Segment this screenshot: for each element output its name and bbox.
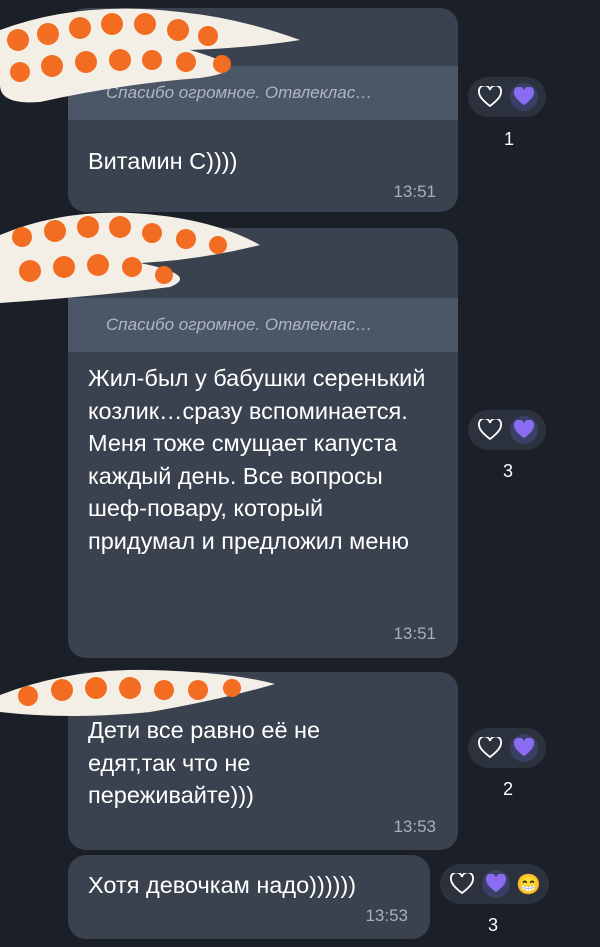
reaction-pill-2[interactable] bbox=[468, 410, 546, 450]
message-text: Жил-был у бабушки серенький козлик…сразу… bbox=[88, 365, 426, 554]
reply-quote-text: Спасибо огромное. Отвлеклас… bbox=[106, 315, 373, 334]
message-text: Хотя девочкам надо)))))) bbox=[88, 872, 357, 898]
purple-heart-icon[interactable] bbox=[510, 734, 538, 762]
heart-outline-icon[interactable] bbox=[476, 734, 504, 762]
orange-scribble-2 bbox=[0, 212, 260, 303]
grinning-emoji-icon[interactable]: 😁 bbox=[516, 872, 541, 897]
message-bubble-4[interactable]: Хотя девочкам надо)))))) 13:53 bbox=[68, 855, 430, 939]
purple-heart-icon[interactable] bbox=[482, 870, 510, 898]
reaction-pill-4[interactable]: 😁 bbox=[440, 864, 549, 904]
reaction-count: 1 bbox=[504, 129, 515, 149]
message-text: Витамин С)))) bbox=[88, 148, 238, 174]
message-time: 13:51 bbox=[393, 624, 436, 643]
reply-quote[interactable]: Спасибо огромное. Отвлеклас… bbox=[68, 298, 458, 352]
heart-outline-icon[interactable] bbox=[448, 870, 476, 898]
reaction-pill-1[interactable] bbox=[468, 77, 546, 117]
heart-outline-icon[interactable] bbox=[476, 83, 504, 111]
reaction-count: 3 bbox=[503, 461, 514, 481]
heart-outline-icon[interactable] bbox=[476, 416, 504, 444]
purple-heart-icon[interactable] bbox=[510, 83, 538, 111]
message-time: 13:53 bbox=[365, 906, 408, 925]
reaction-pill-3[interactable] bbox=[468, 728, 546, 768]
message-time: 13:53 bbox=[393, 817, 436, 836]
reaction-count: 2 bbox=[503, 779, 514, 799]
purple-heart-icon[interactable] bbox=[510, 416, 538, 444]
message-time: 13:51 bbox=[393, 182, 436, 201]
message-text: Дети все равно её не едят,так что не пер… bbox=[88, 717, 321, 808]
reaction-count: 3 bbox=[488, 915, 499, 935]
orange-scribble-1 bbox=[0, 8, 300, 103]
orange-scribble-3 bbox=[0, 669, 275, 716]
